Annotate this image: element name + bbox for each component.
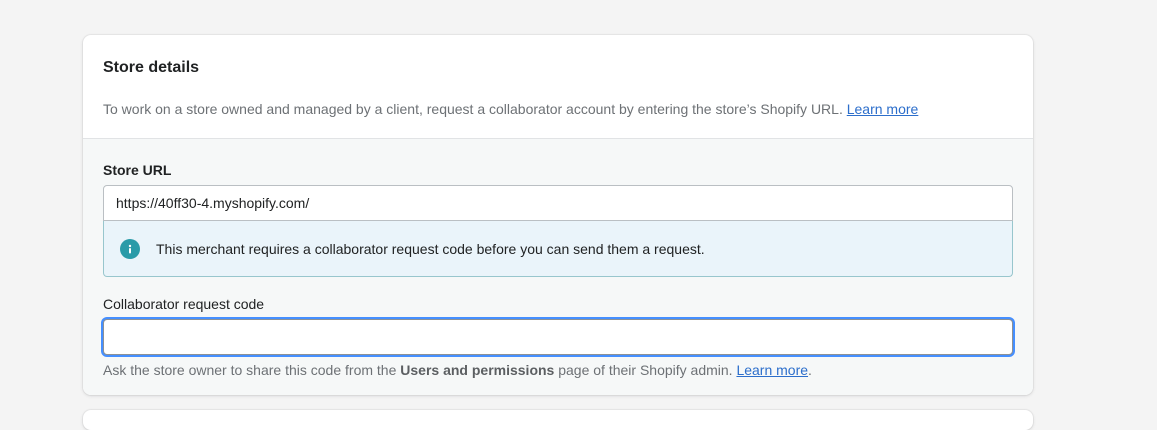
info-banner: This merchant requires a collaborator re…: [103, 221, 1013, 277]
banner-text: This merchant requires a collaborator re…: [156, 240, 705, 257]
info-icon: [120, 238, 140, 259]
help-text-strong: Users and permissions: [400, 362, 555, 378]
help-text-suffix: page of their Shopify admin.: [558, 362, 733, 378]
card-title: Store details: [103, 59, 200, 76]
card-section: Store URL This merchant requires a colla…: [83, 139, 1033, 395]
store-url-label: Store URL: [103, 162, 172, 178]
learn-more-link[interactable]: Learn more: [847, 101, 919, 117]
card-description: To work on a store owned and managed by …: [103, 100, 1013, 118]
help-text-prefix: Ask the store owner to share this code f…: [103, 362, 397, 378]
next-card: [83, 410, 1033, 430]
card-description-text: To work on a store owned and managed by …: [103, 101, 843, 117]
store-details-card: Store details To work on a store owned a…: [83, 35, 1033, 395]
request-code-label: Collaborator request code: [103, 296, 265, 312]
help-text-period: .: [808, 362, 812, 378]
request-code-help: Ask the store owner to share this code f…: [103, 361, 1013, 379]
request-code-input[interactable]: [103, 319, 1013, 355]
store-url-input[interactable]: [103, 185, 1013, 221]
help-learn-more-link[interactable]: Learn more: [736, 362, 808, 378]
card-header: Store details To work on a store owned a…: [83, 35, 1033, 139]
